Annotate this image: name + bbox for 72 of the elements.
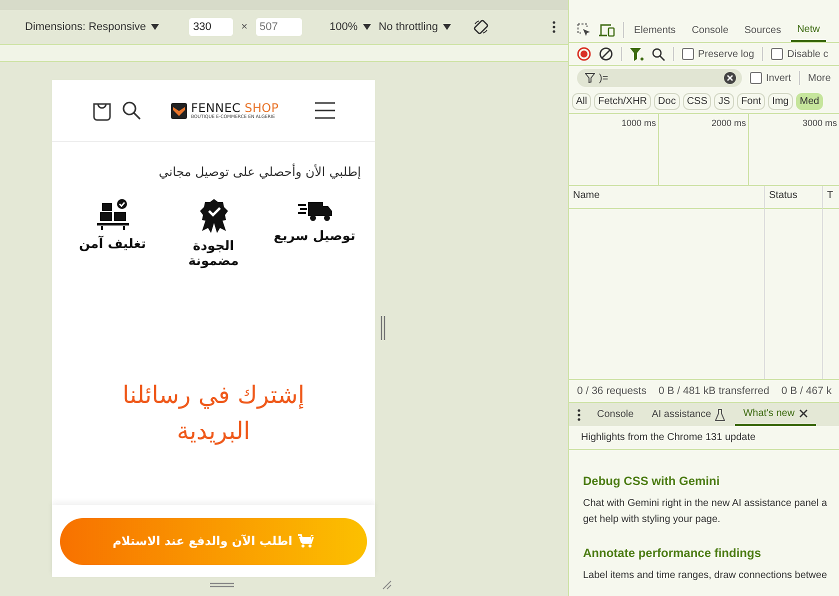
- clear-icon[interactable]: [724, 72, 736, 84]
- type-filter-chip[interactable]: CSS: [682, 93, 712, 110]
- search-icon[interactable]: [652, 48, 665, 60]
- rotate-icon[interactable]: [472, 19, 489, 35]
- search-icon[interactable]: [122, 101, 141, 120]
- flask-icon: [715, 408, 726, 420]
- column-header[interactable]: Name: [573, 190, 600, 201]
- timeline-tick: 3000 ms: [802, 118, 837, 128]
- award-icon: [200, 199, 228, 233]
- cart-icon: [298, 534, 314, 548]
- type-filter-chip[interactable]: Doc: [654, 93, 680, 110]
- update-heading: Highlights from the Chrome 131 update: [569, 426, 839, 450]
- times-sign: ×: [241, 21, 248, 33]
- column-header[interactable]: T: [827, 190, 834, 201]
- clear-icon[interactable]: [599, 47, 613, 61]
- promo-text: إطلبي الأن وأحصلي على توصيل مجاني: [158, 162, 362, 179]
- more-options-icon[interactable]: [577, 408, 581, 420]
- filter-icon[interactable]: [630, 48, 644, 60]
- resize-handle-icon[interactable]: [380, 316, 386, 340]
- article-text: Chat with Gemini right in the new AI assistance panel a get help with styling your page.: [583, 497, 827, 527]
- brand-name: FENNEC SHOP: [191, 101, 279, 115]
- filter-icon: [585, 73, 595, 83]
- shopping-bag-icon[interactable]: [92, 100, 112, 120]
- drawer-tab[interactable]: What's new: [735, 403, 816, 426]
- height-field[interactable]: 507: [256, 18, 302, 36]
- feature-label: الجودة مضمونة: [187, 239, 240, 269]
- disable-cache-checkbox[interactable]: Disable c: [771, 48, 828, 60]
- corner-resize-icon[interactable]: [382, 580, 392, 590]
- truck-icon: [298, 199, 332, 223]
- type-filter-chip[interactable]: Fetch/XHR: [594, 93, 652, 110]
- feature-label: توصيل سريع: [272, 229, 356, 244]
- status-text: 0 B / 467 k: [781, 385, 832, 397]
- preserve-log-checkbox[interactable]: Preserve log: [682, 48, 754, 60]
- invert-checkbox[interactable]: Invert: [750, 72, 792, 84]
- close-icon[interactable]: [798, 409, 808, 418]
- device-toggle-icon[interactable]: [599, 24, 615, 36]
- type-filter-chip[interactable]: Img: [768, 93, 793, 110]
- width-field[interactable]: 330: [189, 18, 234, 36]
- newsletter-heading: إشترك في رسائلنا البريدية: [122, 380, 306, 447]
- panel-tab[interactable]: Elements: [628, 18, 682, 42]
- caret-icon: [442, 24, 451, 30]
- more-filters-button[interactable]: More: [808, 72, 831, 84]
- drawer-tab[interactable]: Console: [589, 403, 642, 426]
- boxes-icon: [96, 199, 130, 231]
- timeline-tick: 1000 ms: [621, 118, 656, 128]
- panel-tab[interactable]: Netw: [791, 18, 826, 42]
- feature-label: تغليف آمن: [78, 237, 148, 252]
- status-text: 0 B / 481 kB transferred: [658, 385, 770, 397]
- caret-icon: [151, 24, 160, 30]
- article-text: Label items and time ranges, draw connections betwee: [583, 569, 827, 583]
- panel-tab[interactable]: Sources: [738, 18, 788, 42]
- caret-icon: [362, 24, 371, 30]
- type-filter-chip[interactable]: Font: [737, 93, 766, 110]
- menu-icon[interactable]: [315, 102, 335, 119]
- timeline-tick: 2000 ms: [711, 118, 746, 128]
- article-title: Debug CSS with Gemini: [583, 474, 721, 488]
- inspect-icon[interactable]: [577, 23, 591, 37]
- throttling-dropdown[interactable]: No throttling: [378, 21, 451, 33]
- drawer-tab[interactable]: AI assistance: [644, 403, 734, 426]
- drag-handle-icon[interactable]: [210, 582, 234, 588]
- record-icon[interactable]: [577, 47, 591, 61]
- article-title: Annotate performance findings: [583, 546, 762, 560]
- filter-field[interactable]: )=: [577, 69, 742, 87]
- status-text: 0 / 36 requests: [577, 385, 646, 397]
- panel-tab[interactable]: Console: [686, 18, 734, 42]
- zoom-dropdown[interactable]: 100%: [330, 21, 371, 33]
- more-options-icon[interactable]: [552, 21, 556, 33]
- type-filter-chip[interactable]: JS: [714, 93, 734, 110]
- type-filter-chip[interactable]: All: [572, 93, 592, 110]
- column-header[interactable]: Status: [769, 190, 798, 201]
- dimensions-dropdown[interactable]: Dimensions: Responsive: [25, 21, 160, 33]
- type-filter-chip[interactable]: Med: [796, 93, 824, 110]
